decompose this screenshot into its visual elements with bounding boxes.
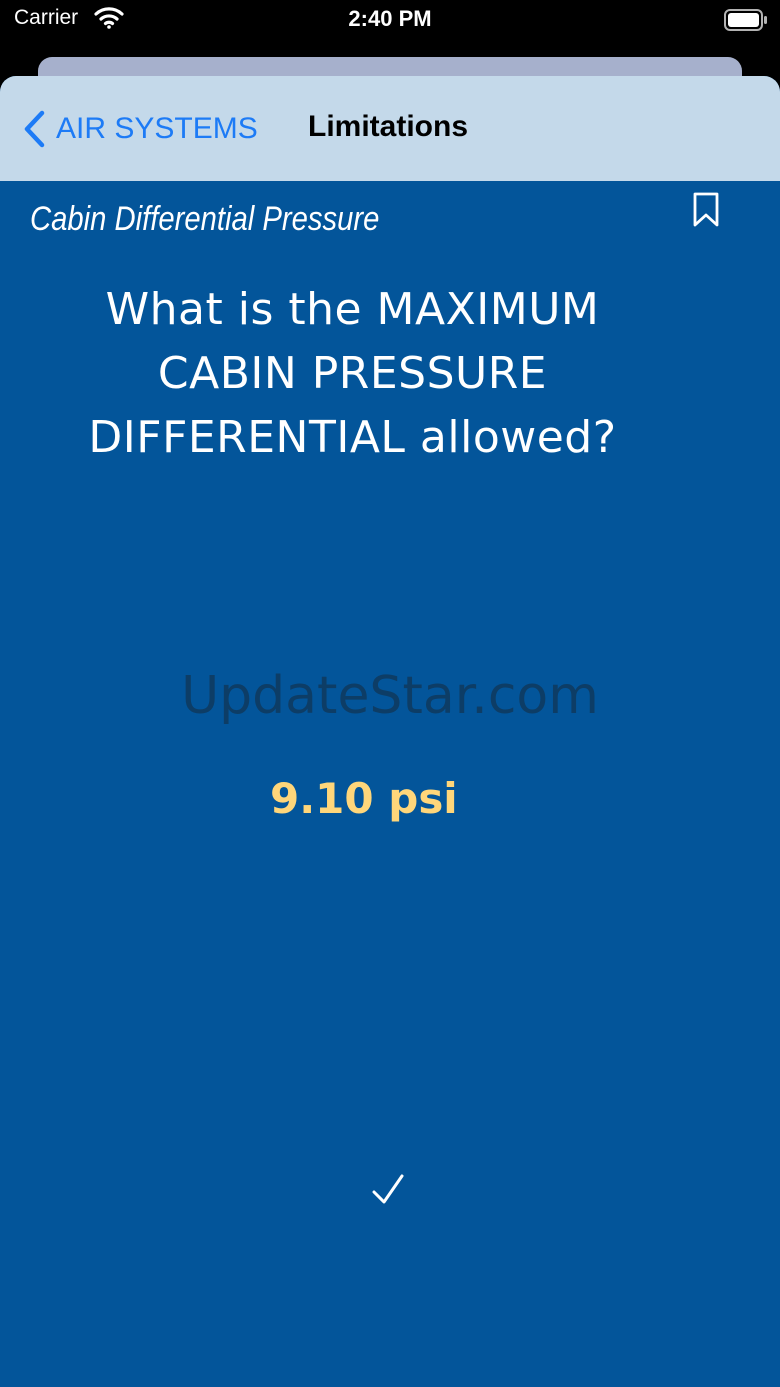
- bookmark-icon[interactable]: [692, 192, 720, 233]
- flashcard-sheet: AIR SYSTEMS Limitations Cabin Differenti…: [0, 76, 780, 1387]
- nav-title: Limitations: [308, 110, 469, 143]
- status-bar: Carrier 2:40 PM: [0, 0, 780, 56]
- back-button-label: AIR SYSTEMS: [56, 112, 258, 145]
- battery-icon: [724, 8, 768, 37]
- chevron-left-icon: [24, 110, 45, 148]
- back-button[interactable]: AIR SYSTEMS: [22, 108, 258, 150]
- status-time: 2:40 PM: [348, 6, 432, 31]
- card-category: Cabin Differential Pressure: [30, 200, 380, 238]
- watermark: UpdateStar.com: [181, 666, 599, 726]
- navigation-bar: AIR SYSTEMS Limitations: [0, 76, 780, 181]
- question-text: What is the MAXIMUM CABIN PRESSURE DIFFE…: [88, 284, 617, 463]
- checkmark-icon[interactable]: [368, 1170, 408, 1210]
- answer-text: 9.10 psi: [270, 774, 458, 823]
